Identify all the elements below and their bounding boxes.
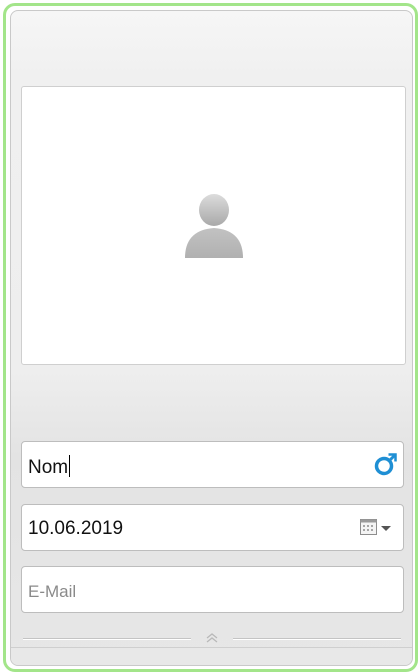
male-gender-icon[interactable] <box>373 451 399 477</box>
name-field[interactable]: Nom <box>21 441 404 488</box>
name-input-value: Nom <box>28 457 69 478</box>
splitter-line-left <box>23 638 191 639</box>
splitter-line-right <box>233 638 401 639</box>
calendar-dropdown-button[interactable] <box>359 517 399 539</box>
calendar-dropdown-icon <box>360 519 391 535</box>
email-field[interactable]: E-Mail <box>21 566 404 613</box>
bottom-bar <box>11 647 412 665</box>
photo-placeholder[interactable] <box>21 86 406 365</box>
email-placeholder: E-Mail <box>28 582 77 601</box>
user-silhouette-icon <box>185 194 243 258</box>
text-caret <box>69 455 71 477</box>
contact-card-panel: Nom 10.06.2019 E-Mail <box>10 10 413 666</box>
splitter-handle[interactable] <box>11 631 412 647</box>
contact-card-frame: Nom 10.06.2019 E-Mail <box>3 3 418 672</box>
birthdate-value: 10.06.2019 <box>28 518 124 539</box>
chevron-up-double-icon[interactable] <box>205 632 219 644</box>
birthdate-field[interactable]: 10.06.2019 <box>21 504 404 551</box>
